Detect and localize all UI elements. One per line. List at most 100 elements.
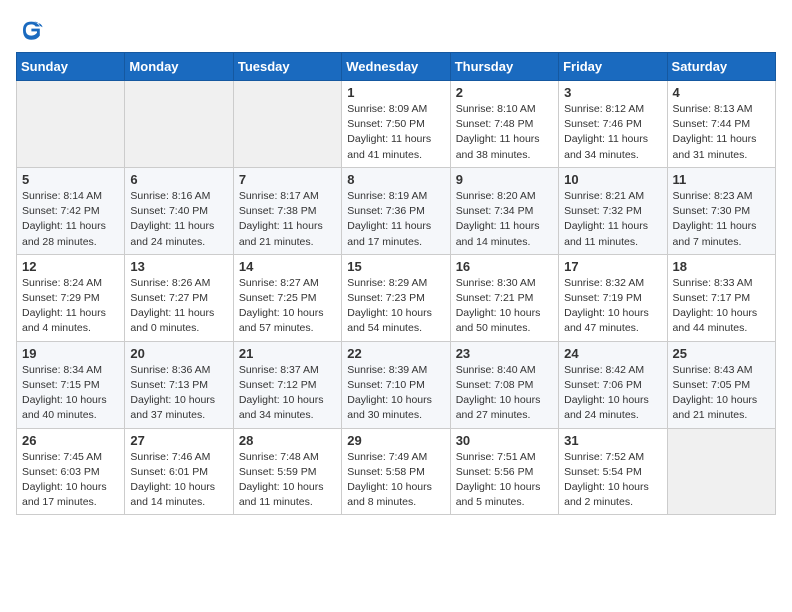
calendar-cell: 8 Sunrise: 8:19 AM Sunset: 7:36 PM Daylig… [342,167,450,254]
calendar-cell: 16 Sunrise: 8:30 AM Sunset: 7:21 PM Dayli… [450,254,558,341]
day-info: Sunrise: 8:36 AM Sunset: 7:13 PM Dayligh… [130,363,227,424]
day-number: 14 [239,259,336,274]
day-number: 24 [564,346,661,361]
calendar-cell: 29 Sunrise: 7:49 AM Sunset: 5:58 PM Dayli… [342,428,450,515]
day-info: Sunrise: 8:17 AM Sunset: 7:38 PM Dayligh… [239,189,336,250]
logo [16,16,48,44]
day-number: 4 [673,85,770,100]
day-number: 31 [564,433,661,448]
day-info: Sunrise: 8:14 AM Sunset: 7:42 PM Dayligh… [22,189,119,250]
calendar-cell: 11 Sunrise: 8:23 AM Sunset: 7:30 PM Dayli… [667,167,775,254]
weekday-header-wednesday: Wednesday [342,53,450,81]
day-number: 16 [456,259,553,274]
calendar-cell: 9 Sunrise: 8:20 AM Sunset: 7:34 PM Daylig… [450,167,558,254]
day-info: Sunrise: 8:32 AM Sunset: 7:19 PM Dayligh… [564,276,661,337]
calendar-week-row: 5Sunrise: 8:14 AM Sunset: 7:42 PM Daylig… [17,167,776,254]
day-info: Sunrise: 7:46 AM Sunset: 6:01 PM Dayligh… [130,450,227,511]
weekday-header-friday: Friday [559,53,667,81]
calendar-table: SundayMondayTuesdayWednesdayThursdayFrid… [16,52,776,515]
day-number: 25 [673,346,770,361]
calendar-cell: 24 Sunrise: 8:42 AM Sunset: 7:06 PM Dayli… [559,341,667,428]
day-info: Sunrise: 8:10 AM Sunset: 7:48 PM Dayligh… [456,102,553,163]
calendar-cell: 26 Sunrise: 7:45 AM Sunset: 6:03 PM Dayli… [17,428,125,515]
calendar-cell: 2 Sunrise: 8:10 AM Sunset: 7:48 PM Daylig… [450,81,558,168]
day-info: Sunrise: 8:24 AM Sunset: 7:29 PM Dayligh… [22,276,119,337]
day-number: 19 [22,346,119,361]
day-number: 15 [347,259,444,274]
day-info: Sunrise: 8:27 AM Sunset: 7:25 PM Dayligh… [239,276,336,337]
calendar-cell: 19 Sunrise: 8:34 AM Sunset: 7:15 PM Dayli… [17,341,125,428]
calendar-cell: 28 Sunrise: 7:48 AM Sunset: 5:59 PM Dayli… [233,428,341,515]
calendar-week-row: 26 Sunrise: 7:45 AM Sunset: 6:03 PM Dayli… [17,428,776,515]
day-info: Sunrise: 8:39 AM Sunset: 7:10 PM Dayligh… [347,363,444,424]
day-info: Sunrise: 8:33 AM Sunset: 7:17 PM Dayligh… [673,276,770,337]
day-number: 8 [347,172,444,187]
calendar-cell: 12 Sunrise: 8:24 AM Sunset: 7:29 PM Dayli… [17,254,125,341]
day-number: 10 [564,172,661,187]
day-number: 28 [239,433,336,448]
day-info: Sunrise: 7:51 AM Sunset: 5:56 PM Dayligh… [456,450,553,511]
day-info: Sunrise: 8:13 AM Sunset: 7:44 PM Dayligh… [673,102,770,163]
day-info: Sunrise: 8:19 AM Sunset: 7:36 PM Dayligh… [347,189,444,250]
day-number: 12 [22,259,119,274]
calendar-cell: 1 Sunrise: 8:09 AM Sunset: 7:50 PM Daylig… [342,81,450,168]
weekday-header-row: SundayMondayTuesdayWednesdayThursdayFrid… [17,53,776,81]
calendar-cell: 20 Sunrise: 8:36 AM Sunset: 7:13 PM Dayli… [125,341,233,428]
calendar-cell: 3Sunrise: 8:12 AM Sunset: 7:46 PM Daylig… [559,81,667,168]
day-number: 21 [239,346,336,361]
calendar-cell: 23 Sunrise: 8:40 AM Sunset: 7:08 PM Dayli… [450,341,558,428]
calendar-cell: 21Sunrise: 8:37 AM Sunset: 7:12 PM Dayli… [233,341,341,428]
calendar-cell: 15 Sunrise: 8:29 AM Sunset: 7:23 PM Dayli… [342,254,450,341]
day-number: 22 [347,346,444,361]
day-number: 13 [130,259,227,274]
day-info: Sunrise: 8:26 AM Sunset: 7:27 PM Dayligh… [130,276,227,337]
day-number: 17 [564,259,661,274]
day-info: Sunrise: 7:48 AM Sunset: 5:59 PM Dayligh… [239,450,336,511]
calendar-week-row: 1 Sunrise: 8:09 AM Sunset: 7:50 PM Daylig… [17,81,776,168]
calendar-cell [233,81,341,168]
calendar-cell: 17 Sunrise: 8:32 AM Sunset: 7:19 PM Dayli… [559,254,667,341]
day-info: Sunrise: 8:16 AM Sunset: 7:40 PM Dayligh… [130,189,227,250]
day-number: 26 [22,433,119,448]
day-number: 20 [130,346,227,361]
day-info: Sunrise: 7:52 AM Sunset: 5:54 PM Dayligh… [564,450,661,511]
calendar-cell: 30 Sunrise: 7:51 AM Sunset: 5:56 PM Dayli… [450,428,558,515]
day-number: 23 [456,346,553,361]
day-number: 27 [130,433,227,448]
calendar-cell [17,81,125,168]
weekday-header-thursday: Thursday [450,53,558,81]
day-info: Sunrise: 8:29 AM Sunset: 7:23 PM Dayligh… [347,276,444,337]
calendar-cell: 22 Sunrise: 8:39 AM Sunset: 7:10 PM Dayli… [342,341,450,428]
logo-icon [16,16,44,44]
day-number: 6 [130,172,227,187]
day-info: Sunrise: 8:23 AM Sunset: 7:30 PM Dayligh… [673,189,770,250]
day-info: Sunrise: 8:42 AM Sunset: 7:06 PM Dayligh… [564,363,661,424]
calendar-cell: 4 Sunrise: 8:13 AM Sunset: 7:44 PM Daylig… [667,81,775,168]
calendar-cell: 5Sunrise: 8:14 AM Sunset: 7:42 PM Daylig… [17,167,125,254]
day-info: Sunrise: 8:09 AM Sunset: 7:50 PM Dayligh… [347,102,444,163]
day-info: Sunrise: 8:21 AM Sunset: 7:32 PM Dayligh… [564,189,661,250]
day-info: Sunrise: 8:20 AM Sunset: 7:34 PM Dayligh… [456,189,553,250]
day-info: Sunrise: 7:49 AM Sunset: 5:58 PM Dayligh… [347,450,444,511]
calendar-cell: 25Sunrise: 8:43 AM Sunset: 7:05 PM Dayli… [667,341,775,428]
weekday-header-sunday: Sunday [17,53,125,81]
calendar-cell: 31 Sunrise: 7:52 AM Sunset: 5:54 PM Dayli… [559,428,667,515]
calendar-week-row: 19 Sunrise: 8:34 AM Sunset: 7:15 PM Dayli… [17,341,776,428]
weekday-header-tuesday: Tuesday [233,53,341,81]
calendar-cell [667,428,775,515]
day-number: 30 [456,433,553,448]
day-info: Sunrise: 8:30 AM Sunset: 7:21 PM Dayligh… [456,276,553,337]
day-number: 1 [347,85,444,100]
day-number: 11 [673,172,770,187]
day-info: Sunrise: 8:40 AM Sunset: 7:08 PM Dayligh… [456,363,553,424]
day-number: 9 [456,172,553,187]
day-info: Sunrise: 8:34 AM Sunset: 7:15 PM Dayligh… [22,363,119,424]
day-info: Sunrise: 7:45 AM Sunset: 6:03 PM Dayligh… [22,450,119,511]
day-number: 7 [239,172,336,187]
calendar-cell: 27 Sunrise: 7:46 AM Sunset: 6:01 PM Dayli… [125,428,233,515]
calendar-cell: 6 Sunrise: 8:16 AM Sunset: 7:40 PM Daylig… [125,167,233,254]
calendar-cell: 13 Sunrise: 8:26 AM Sunset: 7:27 PM Dayli… [125,254,233,341]
day-number: 2 [456,85,553,100]
day-number: 18 [673,259,770,274]
day-number: 29 [347,433,444,448]
